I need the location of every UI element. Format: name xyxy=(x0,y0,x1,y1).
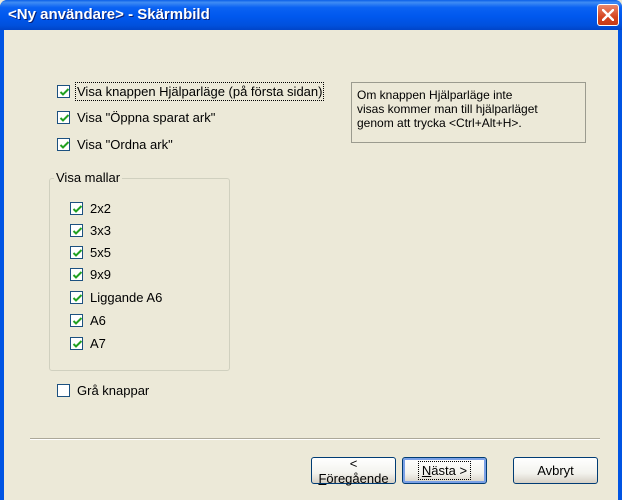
template-label: Liggande A6 xyxy=(90,290,163,305)
template-checkbox-2x2[interactable]: 2x2 xyxy=(70,201,111,216)
templates-group-title: Visa mallar xyxy=(54,170,123,185)
template-label: 9x9 xyxy=(90,267,111,282)
checkmark-icon xyxy=(72,271,83,279)
dialog-window: <Ny användare> - Skärmbild Visa knappen … xyxy=(0,0,622,500)
checkmark-icon xyxy=(59,114,70,122)
info-text-line: genom att trycka <Ctrl+Alt+H>. xyxy=(357,116,522,130)
template-checkbox-9x9[interactable]: 9x9 xyxy=(70,267,111,282)
checkmark-icon xyxy=(72,205,83,213)
template-label: 2x2 xyxy=(90,201,111,216)
checkmark-icon xyxy=(59,88,70,96)
show-open-saved-checkbox[interactable]: Visa "Öppna sparat ark" xyxy=(57,110,215,125)
help-info-box: Om knappen Hjälparläge inte visas kommer… xyxy=(351,82,586,143)
back-button-label: < Föregående xyxy=(318,455,389,486)
checkbox-box[interactable] xyxy=(70,202,83,215)
cancel-button[interactable]: Avbryt xyxy=(513,457,598,484)
checkbox-box[interactable] xyxy=(57,111,70,124)
back-button[interactable]: < Föregående xyxy=(311,455,396,486)
template-label: A6 xyxy=(90,313,106,328)
info-text-line: visas kommer man till hjälparläget xyxy=(357,102,538,116)
checkmark-icon xyxy=(72,340,83,348)
gray-buttons-label: Grå knappar xyxy=(77,383,150,398)
next-button[interactable]: Nästa > xyxy=(402,457,487,484)
checkbox-box[interactable] xyxy=(57,138,70,151)
checkmark-icon xyxy=(72,317,83,325)
info-text-line: Om knappen Hjälparläge inte xyxy=(357,88,513,102)
checkmark-icon xyxy=(72,227,83,235)
template-label: A7 xyxy=(90,336,106,351)
gray-buttons-checkbox[interactable]: Grå knappar xyxy=(57,383,149,398)
show-help-button-checkbox[interactable]: Visa knappen Hjälparläge (på första sida… xyxy=(57,82,325,101)
checkbox-box[interactable] xyxy=(57,85,70,98)
show-arrange-checkbox[interactable]: Visa "Ordna ark" xyxy=(57,137,173,152)
checkmark-icon xyxy=(72,294,83,302)
checkbox-box[interactable] xyxy=(70,291,83,304)
close-icon xyxy=(602,9,614,21)
checkbox-box[interactable] xyxy=(70,314,83,327)
show-arrange-label: Visa "Ordna ark" xyxy=(77,137,173,152)
template-checkbox-3x3[interactable]: 3x3 xyxy=(70,223,111,238)
template-label: 5x5 xyxy=(90,245,111,260)
template-checkbox-a7[interactable]: A7 xyxy=(70,336,106,351)
checkbox-box[interactable] xyxy=(57,384,70,397)
checkbox-box[interactable] xyxy=(70,337,83,350)
template-checkbox-5x5[interactable]: 5x5 xyxy=(70,245,111,260)
separator xyxy=(30,438,600,440)
checkmark-icon xyxy=(72,249,83,257)
dialog-body: Visa knappen Hjälparläge (på första sida… xyxy=(4,30,618,500)
title-bar[interactable]: <Ny användare> - Skärmbild xyxy=(0,0,622,30)
show-help-button-label: Visa knappen Hjälparläge (på första sida… xyxy=(74,82,325,101)
template-checkbox-liggande-a6[interactable]: Liggande A6 xyxy=(70,290,162,305)
window-title: <Ny användare> - Skärmbild xyxy=(8,6,210,23)
checkbox-box[interactable] xyxy=(70,224,83,237)
next-button-label: Nästa > xyxy=(417,461,472,480)
template-checkbox-a6[interactable]: A6 xyxy=(70,313,106,328)
checkbox-box[interactable] xyxy=(70,246,83,259)
show-open-saved-label: Visa "Öppna sparat ark" xyxy=(77,110,216,125)
checkbox-box[interactable] xyxy=(70,268,83,281)
checkmark-icon xyxy=(59,141,70,149)
template-label: 3x3 xyxy=(90,223,111,238)
close-button[interactable] xyxy=(597,4,619,26)
